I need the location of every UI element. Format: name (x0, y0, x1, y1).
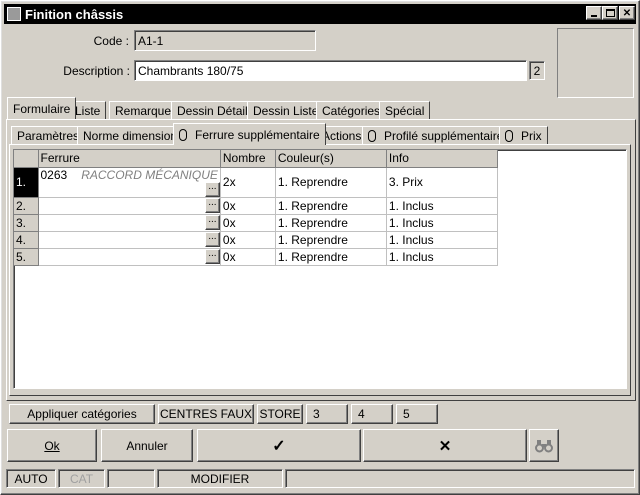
cell-nombre[interactable]: 0x (220, 197, 276, 215)
title-bar: Finition châssis ✕ (4, 4, 636, 24)
cell-nombre[interactable]: 0x (220, 214, 276, 232)
paperclip-icon (179, 128, 187, 141)
code-field[interactable]: A1-1 (134, 30, 316, 51)
row-number: 5. (14, 248, 39, 266)
minimize-icon (591, 15, 597, 17)
description-label: Description : (63, 64, 130, 78)
tab-categories[interactable]: Catégories (316, 101, 387, 120)
cell-nombre[interactable]: 0x (220, 231, 276, 249)
check-icon: ✓ (272, 437, 286, 455)
table-row[interactable]: 3. ... 0x 1. Reprendre 1. Inclus (14, 214, 498, 232)
x-icon: ✕ (438, 437, 452, 455)
tab-dessin-detail[interactable]: Dessin Détail (171, 101, 254, 120)
description-field[interactable]: Chambrants 180/75 (134, 60, 527, 81)
col-header-ferrure[interactable]: Ferrure (38, 150, 221, 168)
subtab-prix[interactable]: Prix (499, 126, 548, 145)
tab-formulaire[interactable]: Formulaire (7, 97, 77, 119)
cell-nombre[interactable]: 2x (220, 167, 276, 198)
subtab-label: Profilé supplémentaire (384, 129, 504, 143)
row-number: 2. (14, 197, 39, 215)
category-5-button[interactable]: 5 (396, 404, 438, 424)
ferrure-description: RACCORD MÉCANIQUE (81, 167, 218, 182)
window-title: Finition châssis (25, 6, 124, 22)
maximize-button[interactable] (602, 6, 618, 20)
col-header-info[interactable]: Info (386, 150, 498, 168)
maximize-icon (605, 9, 615, 17)
category-3-button[interactable]: 3 (306, 404, 348, 424)
cell-info[interactable]: 3. Prix (386, 167, 498, 198)
subtab-label: Ferrure supplémentaire (195, 127, 320, 142)
ellipsis-button[interactable]: ... (204, 198, 220, 213)
status-auto: AUTO (6, 469, 56, 488)
cell-ferrure[interactable]: ... (38, 248, 221, 266)
store-button[interactable]: STORE (257, 404, 303, 424)
cell-ferrure[interactable]: ... (38, 231, 221, 249)
ferrure-grid: Ferrure Nombre Couleur(s) Info 1. 0263 RA… (13, 149, 627, 389)
window: Finition châssis ✕ Code : A1-1 Descripti… (0, 0, 640, 495)
status-cat: CAT (58, 469, 105, 488)
image-preview (557, 28, 634, 98)
cell-ferrure[interactable]: ... (38, 214, 221, 232)
category-4-button[interactable]: 4 (351, 404, 393, 424)
cell-info[interactable]: 1. Inclus (386, 214, 498, 232)
status-empty (107, 469, 155, 488)
paperclip-icon (505, 130, 513, 142)
cell-couleur[interactable]: 1. Reprendre (275, 231, 387, 249)
subtab-label: Prix (521, 129, 542, 143)
ellipsis-button[interactable]: ... (204, 232, 220, 247)
subtab-profile-supplementaire[interactable]: Profilé supplémentaire (362, 126, 510, 145)
row-number: 1. (14, 167, 39, 198)
paperclip-icon (368, 130, 376, 142)
minimize-button[interactable] (586, 6, 602, 20)
row-number: 4. (14, 231, 39, 249)
cancel-button[interactable]: Annuler (101, 429, 193, 462)
ellipsis-button[interactable]: ... (204, 181, 220, 196)
ellipsis-button[interactable]: ... (204, 215, 220, 230)
subtab-parametres[interactable]: Paramètres (11, 126, 86, 145)
ferrure-code: 0263 (40, 167, 68, 182)
tab-special[interactable]: Spécial (379, 101, 431, 120)
close-icon: ✕ (622, 7, 632, 19)
table-row[interactable]: 4. ... 0x 1. Reprendre 1. Inclus (14, 231, 498, 249)
table-row[interactable]: 5. ... 0x 1. Reprendre 1. Inclus (14, 248, 498, 266)
cell-couleur[interactable]: 1. Reprendre (275, 197, 387, 215)
description-count: 2 (529, 61, 545, 80)
cell-info[interactable]: 1. Inclus (386, 248, 498, 266)
centres-faux-button[interactable]: CENTRES FAUX (158, 404, 254, 424)
cell-nombre[interactable]: 0x (220, 248, 276, 266)
apply-categories-button[interactable]: Appliquer catégories (9, 404, 155, 424)
cell-couleur[interactable]: 1. Reprendre (275, 214, 387, 232)
confirm-button[interactable]: ✓ (197, 429, 361, 462)
table-row[interactable]: 2. ... 0x 1. Reprendre 1. Inclus (14, 197, 498, 215)
search-button[interactable] (529, 429, 559, 462)
delete-button[interactable]: ✕ (363, 429, 527, 462)
tab-dessin-liste[interactable]: Dessin Liste (247, 101, 325, 120)
status-message (285, 469, 635, 488)
code-label: Code : (93, 34, 129, 48)
subtab-ferrure-supplementaire[interactable]: Ferrure supplémentaire (173, 123, 326, 145)
binoculars-icon (535, 439, 553, 452)
ellipsis-button[interactable]: ... (204, 249, 220, 264)
tab-remarque[interactable]: Remarque (109, 101, 178, 120)
cell-info[interactable]: 1. Inclus (386, 197, 498, 215)
cell-ferrure[interactable]: ... (38, 197, 221, 215)
status-mode: MODIFIER (157, 469, 283, 488)
table-row[interactable]: 1. 0263 RACCORD MÉCANIQUE... 2x 1. Repren… (14, 167, 498, 198)
app-icon (7, 7, 21, 21)
row-number: 3. (14, 214, 39, 232)
ok-button[interactable]: Ok (7, 429, 97, 462)
col-header-couleurs[interactable]: Couleur(s) (275, 150, 387, 168)
close-button[interactable]: ✕ (619, 6, 635, 20)
cell-couleur[interactable]: 1. Reprendre (275, 248, 387, 266)
col-header-nombre[interactable]: Nombre (220, 150, 276, 168)
row-number-header (14, 150, 39, 168)
cell-info[interactable]: 1. Inclus (386, 231, 498, 249)
cell-couleur[interactable]: 1. Reprendre (275, 167, 387, 198)
cell-ferrure[interactable]: 0263 RACCORD MÉCANIQUE... (38, 167, 221, 198)
